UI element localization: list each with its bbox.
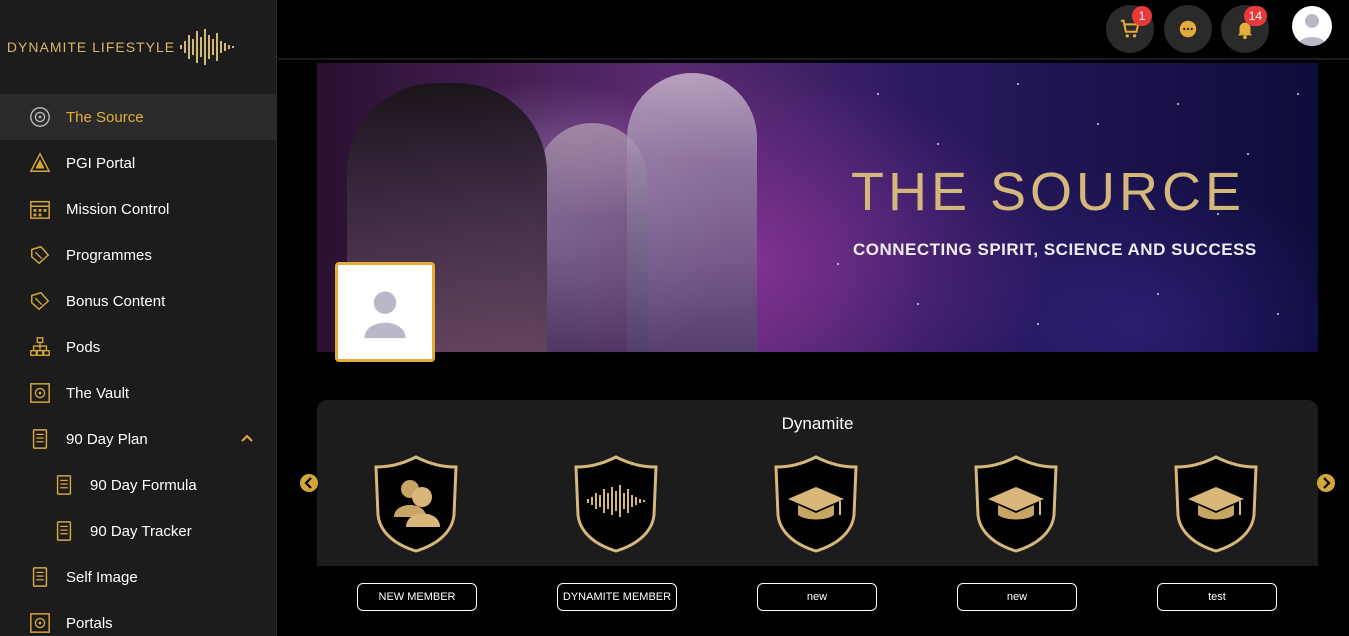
carousel-next-button[interactable] [1317,474,1335,492]
banner-subtitle: CONNECTING SPIRIT, SCIENCE AND SUCCESS [853,240,1257,259]
sidebar-item-label: Pods [66,338,101,356]
badges-panel-title: Dynamite [781,414,854,433]
notifications-button[interactable]: 14 [1221,5,1269,53]
user-icon [1298,14,1326,46]
soundwave-icon [574,455,658,553]
sidebar-item-label: Bonus Content [66,292,166,310]
sidebar-item-90-day-formula[interactable]: 90 Day Formula [0,462,276,508]
source-icon [28,105,52,129]
soundwave-logo-icon [180,29,235,65]
planner-icon [28,427,52,451]
sidebar: DYNAMITE LIFESTYLE The Source PGI Portal… [0,0,277,636]
sidebar-item-label: Mission Control [66,200,170,218]
planner-icon [52,519,76,543]
sidebar-item-90-day-tracker[interactable]: 90 Day Tracker [0,508,276,554]
sidebar-item-label: The Vault [66,384,130,402]
app: DYNAMITE LIFESTYLE The Source PGI Portal… [0,0,1349,636]
badge-label-button[interactable]: NEW MEMBER [357,583,477,611]
book-icon [28,289,52,313]
graduation-cap-icon [774,455,858,553]
brand-logo[interactable]: DYNAMITE LIFESTYLE [0,0,276,94]
sidebar-nav: The Source PGI Portal Mission Control Pr… [0,94,276,636]
user-avatar-button[interactable] [1292,6,1332,46]
badge-label-button[interactable]: new [757,583,877,611]
members-icon [374,455,458,553]
chevron-left-icon [304,477,312,489]
badge-label-button[interactable]: new [957,583,1077,611]
graduation-cap-icon [1174,455,1258,553]
book-icon [28,243,52,267]
chevron-right-icon [1323,477,1331,489]
sidebar-item-pods[interactable]: Pods [0,324,276,370]
sidebar-item-programmes[interactable]: Programmes [0,232,276,278]
sidebar-item-label: Programmes [66,246,152,264]
badge-label-button[interactable]: DYNAMITE MEMBER [557,583,677,611]
vault-icon [28,381,52,405]
graduation-cap-icon [974,455,1058,553]
sidebar-item-mission-control[interactable]: Mission Control [0,186,276,232]
sidebar-item-label: 90 Day Formula [90,476,197,494]
sidebar-item-the-vault[interactable]: The Vault [0,370,276,416]
cover-banner: THE SOURCE CONNECTING SPIRIT, SCIENCE AN… [317,63,1318,352]
sidebar-item-label: PGI Portal [66,154,136,172]
vault-icon [28,611,52,635]
chat-bubble-icon [1179,20,1197,38]
calendar-icon [28,197,52,221]
top-header: 1 14 [278,0,1349,60]
chevron-up-icon[interactable] [240,431,254,445]
sidebar-item-pgi-portal[interactable]: PGI Portal [0,140,276,186]
planner-icon [28,565,52,589]
banner-title: THE SOURCE [851,162,1246,222]
banner-figure [627,73,757,352]
sidebar-item-bonus-content[interactable]: Bonus Content [0,278,276,324]
planner-icon [52,473,76,497]
hierarchy-icon [28,335,52,359]
sidebar-item-label: 90 Day Plan [66,430,148,448]
sidebar-item-label: The Source [66,108,144,126]
notification-count-badge: 14 [1243,6,1267,26]
carousel-prev-button[interactable] [300,474,318,492]
sidebar-item-the-source[interactable]: The Source [0,94,276,140]
sidebar-item-self-image[interactable]: Self Image [0,554,276,600]
sidebar-item-label: Self Image [66,568,138,586]
sidebar-item-label: 90 Day Tracker [90,522,192,540]
pyramid-icon [28,151,52,175]
messages-button[interactable] [1164,5,1212,53]
profile-picture[interactable] [335,262,435,362]
sidebar-item-portals[interactable]: Portals [0,600,276,636]
badge-label-button[interactable]: test [1157,583,1277,611]
cart-button[interactable]: 1 [1106,5,1154,53]
brand-name: DYNAMITE LIFESTYLE [6,39,176,55]
sidebar-item-90-day-plan[interactable]: 90 Day Plan [0,416,276,462]
sidebar-item-label: Portals [66,614,113,632]
user-placeholder-icon [364,291,406,339]
cart-count-badge: 1 [1132,6,1152,26]
